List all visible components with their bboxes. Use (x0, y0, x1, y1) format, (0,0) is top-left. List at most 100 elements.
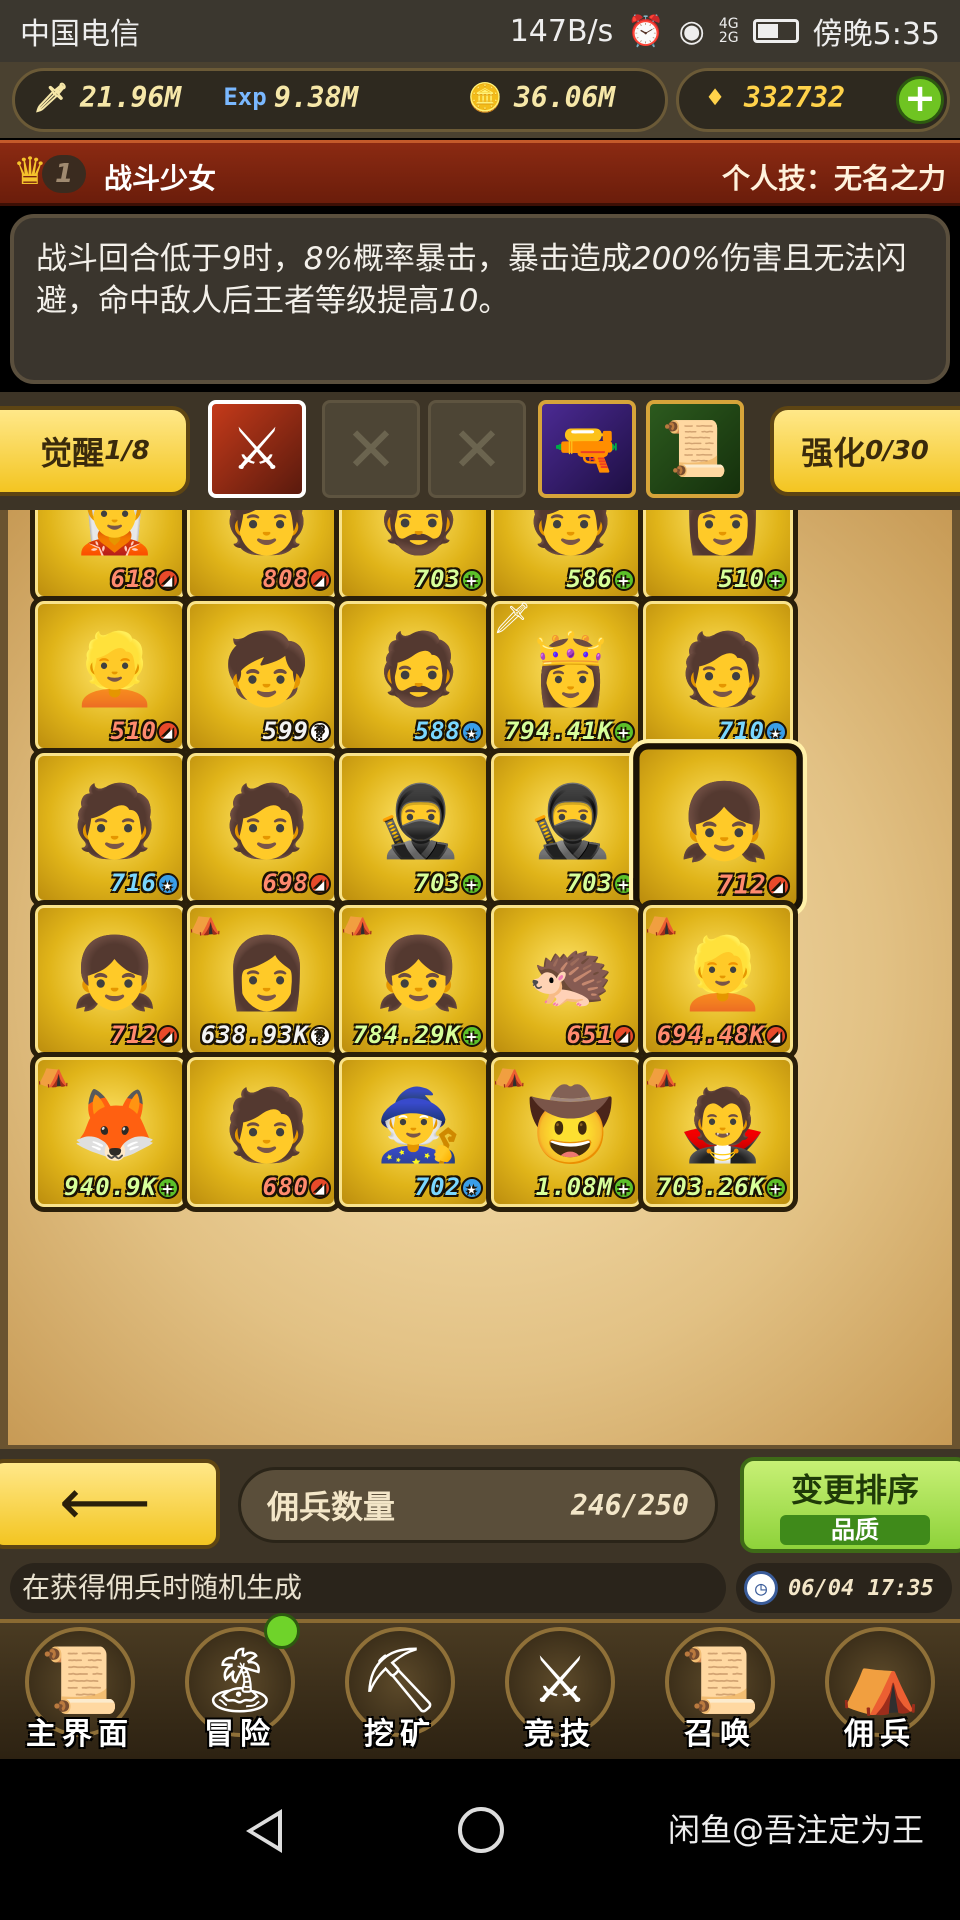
mercenary-card[interactable]: 🧝 618 ◢ (30, 510, 190, 604)
mercenary-card[interactable]: 🧑 698 ◢ (182, 748, 342, 908)
mercenary-level: 618 ◢ (35, 565, 179, 593)
mercenary-card[interactable]: 🧑 710 ★ (638, 596, 798, 756)
element-badge-icon: + (461, 569, 483, 591)
element-badge-icon: ★ (765, 721, 787, 743)
empty-skill-slot[interactable]: ✕ (322, 400, 420, 498)
nav-item[interactable]: 📜 主界面 (0, 1623, 160, 1759)
mercenary-avatar-icon: 🧑 (679, 628, 767, 710)
mercenary-avatar-icon: 🦔 (527, 932, 615, 1014)
mercenary-card[interactable]: ⛺ 🤠 1.08M + (486, 1052, 646, 1212)
mercenary-card[interactable]: ⛺ 🦊 940.9K + (30, 1052, 190, 1212)
nav-item[interactable]: ⚔ 竞技 (480, 1623, 640, 1759)
mercenary-card[interactable]: 👧 712 ◢ (633, 743, 803, 913)
nav-label: 召唤 (684, 1717, 756, 1752)
mercenary-level: 703 + (491, 869, 635, 897)
mercenary-grid: 🧝 618 ◢ 🧑 808 ◢ 🧔 703 + 🧑 586 + 👩 510 + 👱 510 ◢ 🧒 599? 🧔 588 ★… (0, 510, 960, 1445)
close-icon: ✕ (345, 412, 397, 486)
add-gems-button[interactable]: + (896, 76, 944, 124)
attack-resource: 🗡 21.96M (30, 76, 181, 118)
mercenary-avatar-icon: 🧑 (527, 510, 615, 558)
system-nav-bar: 闲鱼@吾注定为王 (0, 1759, 960, 1920)
hero-rank: 1 (42, 155, 86, 193)
mercenary-card[interactable]: 👱 510 ◢ (30, 596, 190, 756)
network-speed: 147B/s (509, 13, 614, 49)
tent-icon: ⛺ (189, 907, 222, 937)
active-skill-slot[interactable]: ⚔ (208, 400, 306, 498)
element-badge-icon: ? (309, 1025, 331, 1047)
upgrade-button[interactable]: 强化 0/30 (770, 406, 960, 496)
mercenary-avatar-icon: 🧑 (71, 780, 159, 862)
element-badge-icon: ◢ (157, 1025, 179, 1047)
mercenary-card[interactable]: 🧑 586 + (486, 510, 646, 604)
mercenary-level: 794.41K + (491, 717, 635, 745)
mercenary-level: 710 ★ (643, 717, 787, 745)
mercenary-level: 703 + (339, 869, 483, 897)
mercenary-level: 703.26K + (643, 1173, 787, 1201)
element-badge-icon: ◢ (157, 721, 179, 743)
exp-icon: Exp (223, 83, 267, 111)
system-home-icon[interactable] (458, 1807, 504, 1853)
nav-label: 冒险 (204, 1717, 276, 1752)
nav-item[interactable]: ⛏ 挖矿 (320, 1623, 480, 1759)
element-badge-icon: ◢ (309, 569, 331, 591)
mercenary-avatar-icon: 🧑 (223, 510, 311, 558)
mercenary-card[interactable]: 🥷 703 + (486, 748, 646, 908)
mercenary-card[interactable]: 👧 712 ◢ (30, 900, 190, 1060)
element-badge-icon: ◢ (157, 569, 179, 591)
mercenary-card[interactable]: 🧑 680 ◢ (182, 1052, 342, 1212)
mercenary-avatar-icon: 👱 (679, 932, 767, 1014)
element-badge-icon: ? (309, 721, 331, 743)
element-badge-icon: + (461, 873, 483, 895)
nav-item[interactable]: 📜 召唤 (640, 1623, 800, 1759)
mercenary-card[interactable]: 🧔 588 ★ (334, 596, 494, 756)
element-badge-icon: + (157, 1177, 179, 1199)
skill-description: 战斗回合低于9时，8%概率暴击，暴击造成200%伤害且无法闪避，命中敌人后王者等… (10, 214, 950, 384)
mercenary-level: 712 ◢ (640, 870, 791, 900)
bottom-nav: 📜 主界面 🏝 冒险 ⛏ 挖矿 ⚔ 竞技 📜 召唤 ⛺ 佣兵 (0, 1613, 960, 1759)
back-button[interactable]: ⟵ (0, 1459, 220, 1549)
awaken-button[interactable]: 觉醒 1/8 (0, 406, 190, 496)
equipment-slot-weapon[interactable]: 🔫 (538, 400, 636, 498)
nav-item[interactable]: ⛺ 佣兵 (800, 1623, 960, 1759)
close-icon: ✕ (451, 412, 503, 486)
personal-skill-name: 个人技：无名之力 (721, 162, 946, 195)
mercenary-card[interactable]: 🗡 👸 794.41K + (486, 596, 646, 756)
tip-bar: 在获得佣兵时随机生成 ◷ 06/04 17:35 (0, 1555, 960, 1619)
mercenary-card[interactable]: 🧔 703 + (334, 510, 494, 604)
mercenary-level: 651 ◢ (491, 1021, 635, 1049)
mercenary-card[interactable]: 🧙 702 ★ (334, 1052, 494, 1212)
equipment-slot-scroll[interactable]: 📜 (646, 400, 744, 498)
mercenary-card[interactable]: ⛺ 👧 784.29K + (334, 900, 494, 1060)
alarm-icon: ⏰ (627, 13, 665, 49)
mercenary-avatar-icon: 👸 (527, 628, 615, 710)
mercenary-level: 702 ★ (339, 1173, 483, 1201)
empty-skill-slot[interactable]: ✕ (428, 400, 526, 498)
mercenary-level: 588 ★ (339, 717, 483, 745)
nav-item[interactable]: 🏝 冒险 (160, 1613, 320, 1759)
mercenary-avatar-icon: 🧔 (375, 510, 463, 558)
mercenary-avatar-icon: 🧑 (223, 780, 311, 862)
mercenary-card[interactable]: 🧑 808 ◢ (182, 510, 342, 604)
sort-button[interactable]: 变更排序 品质 (740, 1457, 960, 1553)
element-badge-icon: ◢ (766, 874, 791, 898)
mercenary-avatar-icon: 👩 (679, 510, 767, 558)
timestamp: ◷ 06/04 17:35 (736, 1563, 952, 1613)
mercenary-avatar-icon: 👩 (223, 932, 311, 1014)
mercenary-card[interactable]: ⛺ 👱 694.48K ◢ (638, 900, 798, 1060)
mercenary-avatar-icon: 🥷 (375, 780, 463, 862)
mercenary-avatar-icon: 👱 (71, 628, 159, 710)
mercenary-card[interactable]: 🦔 651 ◢ (486, 900, 646, 1060)
element-badge-icon: + (461, 1025, 483, 1047)
tip-text: 在获得佣兵时随机生成 (10, 1563, 726, 1613)
system-back-icon[interactable] (246, 1809, 282, 1853)
mercenary-card[interactable]: 🧒 599? (182, 596, 342, 756)
mercenary-card[interactable]: 🥷 703 + (334, 748, 494, 908)
mercenary-avatar-icon: 🧙 (375, 1084, 463, 1166)
mercenary-card[interactable]: ⛺ 🧛 703.26K + (638, 1052, 798, 1212)
mercenary-level: 694.48K ◢ (643, 1021, 787, 1049)
mercenary-card[interactable]: 👩 510 + (638, 510, 798, 604)
ruby-icon: ♦ (706, 80, 724, 114)
mercenary-level: 510 ◢ (35, 717, 179, 745)
mercenary-card[interactable]: ⛺ 👩 638.93K? (182, 900, 342, 1060)
mercenary-card[interactable]: 🧑 716 ★ (30, 748, 190, 908)
